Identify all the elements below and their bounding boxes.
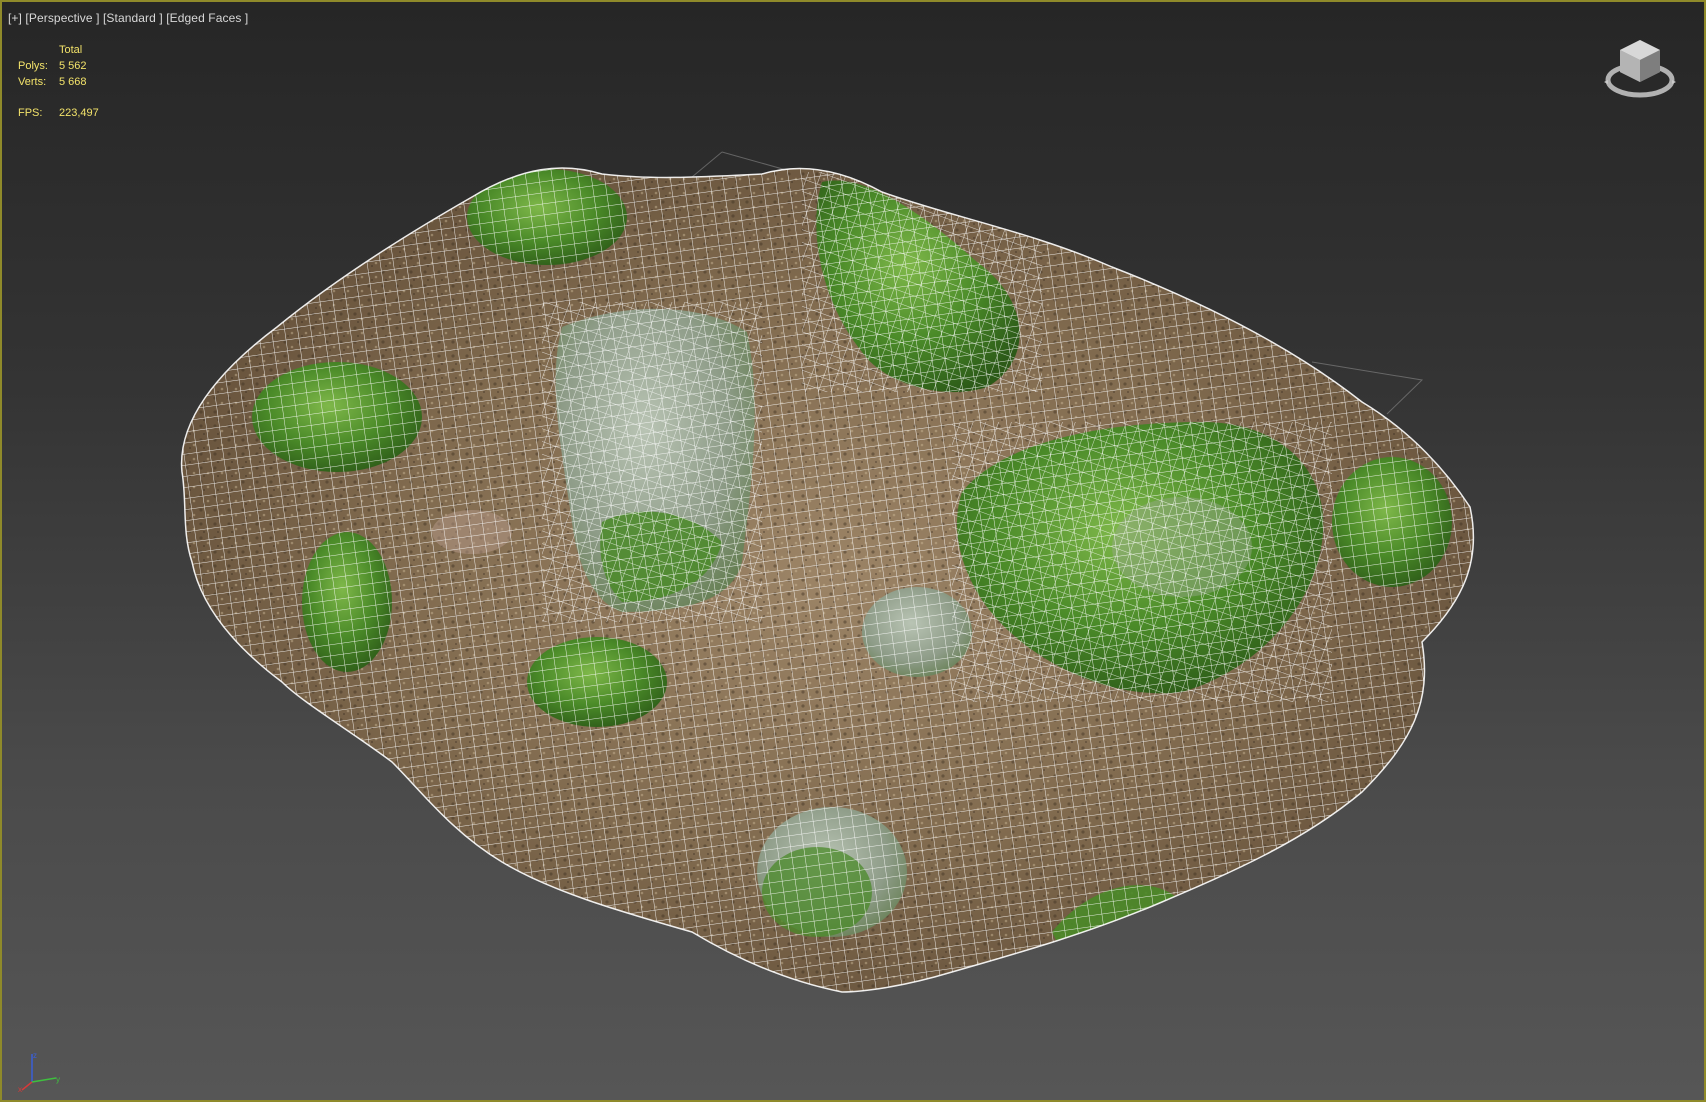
terrain-mesh-model[interactable] xyxy=(2,2,1706,1102)
viewport-point-of-view-menu[interactable]: [Perspective ] xyxy=(25,11,99,25)
svg-text:y: y xyxy=(56,1075,60,1084)
stats-fps-row: FPS: 223,497 xyxy=(18,105,99,121)
stats-verts-value: 5 668 xyxy=(59,76,87,88)
viewcube-icon[interactable] xyxy=(1602,32,1682,104)
viewport-shading-edged-faces-menu[interactable]: [Edged Faces ] xyxy=(166,11,248,25)
statistics-overlay: Total Polys: 5 562 Verts: 5 668 FPS: 223… xyxy=(18,42,99,121)
stats-polys-row: Polys: 5 562 xyxy=(18,58,99,74)
stats-fps-label: FPS: xyxy=(18,107,43,119)
viewport-label-menu[interactable]: [+] [Perspective ] [Standard ] [Edged Fa… xyxy=(8,11,248,25)
stats-fps-value: 223,497 xyxy=(59,107,99,119)
stats-polys-label: Polys: xyxy=(18,60,48,72)
stats-header-row: Total xyxy=(18,42,99,58)
viewport-general-menu[interactable]: [+] xyxy=(8,11,22,25)
axis-tripod-icon: z y x xyxy=(18,1051,60,1094)
svg-text:x: x xyxy=(18,1085,22,1094)
stats-verts-row: Verts: 5 668 xyxy=(18,74,99,90)
perspective-viewport[interactable]: [+] [Perspective ] [Standard ] [Edged Fa… xyxy=(0,0,1706,1102)
svg-text:z: z xyxy=(33,1051,37,1060)
stats-polys-value: 5 562 xyxy=(59,60,87,72)
viewport-shading-standard-menu[interactable]: [Standard ] xyxy=(103,11,163,25)
stats-verts-label: Verts: xyxy=(18,76,47,88)
stats-total-header: Total xyxy=(59,44,83,56)
